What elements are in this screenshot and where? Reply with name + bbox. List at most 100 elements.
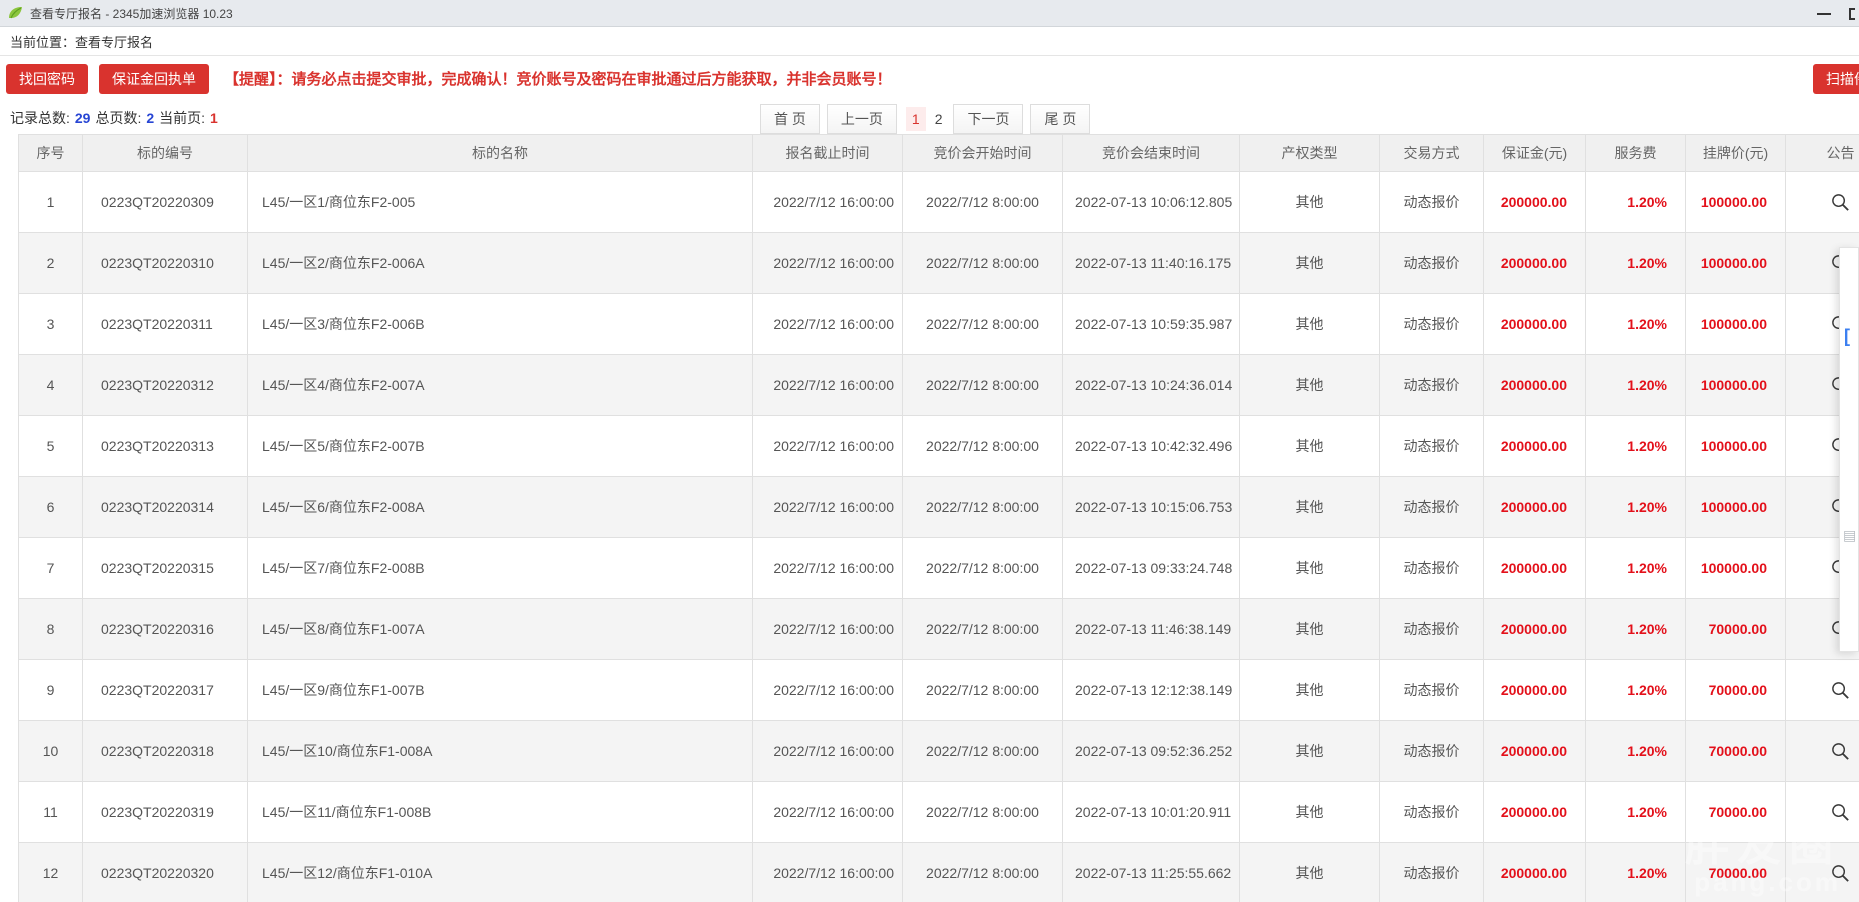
cell-lot-name: L45/一区5/商位东F2-007B <box>248 416 753 477</box>
cell-trade-mode: 动态报价 <box>1380 416 1484 477</box>
cell-listing-price: 100000.00 <box>1686 477 1786 538</box>
cell-auction-start: 2022/7/12 8:00:00 <box>903 660 1063 721</box>
cell-auction-end: 2022-07-13 10:42:32.496 <box>1063 416 1240 477</box>
cell-signup-deadline: 2022/7/12 16:00:00 <box>753 843 903 902</box>
cell-lot-name: L45/一区10/商位东F1-008A <box>248 721 753 782</box>
cell-auction-start: 2022/7/12 8:00:00 <box>903 538 1063 599</box>
cell-seq: 1 <box>19 172 83 233</box>
cell-service-fee: 1.20% <box>1586 355 1686 416</box>
cell-listing-price: 70000.00 <box>1686 843 1786 902</box>
cell-seq: 12 <box>19 843 83 902</box>
cell-service-fee: 1.20% <box>1586 538 1686 599</box>
column-header: 保证金(元) <box>1484 135 1586 172</box>
cell-listing-price: 100000.00 <box>1686 416 1786 477</box>
cell-trade-mode: 动态报价 <box>1380 660 1484 721</box>
cell-auction-start: 2022/7/12 8:00:00 <box>903 416 1063 477</box>
table-row: 10 0223QT20220318 L45/一区10/商位东F1-008A 20… <box>19 721 1859 782</box>
magnifier-icon[interactable] <box>1830 741 1851 762</box>
current-page-value: 1 <box>210 110 218 126</box>
magnifier-icon[interactable] <box>1830 802 1851 823</box>
page-number-current: 1 <box>906 107 926 131</box>
table-row: 1 0223QT20220309 L45/一区1/商位东F2-005 2022/… <box>19 172 1859 233</box>
cell-service-fee: 1.20% <box>1586 172 1686 233</box>
current-page-label: 当前页: <box>159 108 205 128</box>
cell-trade-mode: 动态报价 <box>1380 538 1484 599</box>
magnifier-icon[interactable] <box>1830 192 1851 213</box>
cell-seq: 5 <box>19 416 83 477</box>
cell-signup-deadline: 2022/7/12 16:00:00 <box>753 477 903 538</box>
table-row: 6 0223QT20220314 L45/一区6/商位东F2-008A 2022… <box>19 477 1859 538</box>
floating-side-panel[interactable]: [ ▤ <box>1839 247 1859 652</box>
deposit-receipt-button[interactable]: 保证金回执单 <box>99 64 209 94</box>
registration-table: 序号标的编号标的名称报名截止时间竞价会开始时间竞价会结束时间产权类型交易方式保证… <box>18 134 1859 902</box>
cell-auction-end: 2022-07-13 10:01:20.911 <box>1063 782 1240 843</box>
find-password-button[interactable]: 找回密码 <box>6 64 88 94</box>
cell-signup-deadline: 2022/7/12 16:00:00 <box>753 538 903 599</box>
cell-auction-end: 2022-07-13 11:46:38.149 <box>1063 599 1240 660</box>
pagination-bar: 记录总数: 29 总页数: 2 当前页: 1 首 页 上一页 1 2 下一页 尾… <box>0 101 1859 134</box>
magnifier-icon[interactable] <box>1830 863 1851 884</box>
column-header: 标的编号 <box>83 135 248 172</box>
cell-auction-end: 2022-07-13 12:12:38.149 <box>1063 660 1240 721</box>
next-page-button[interactable]: 下一页 <box>953 104 1023 134</box>
cell-seq: 9 <box>19 660 83 721</box>
cell-listing-price: 100000.00 <box>1686 172 1786 233</box>
cell-seq: 10 <box>19 721 83 782</box>
column-header: 序号 <box>19 135 83 172</box>
cell-auction-end: 2022-07-13 09:52:36.252 <box>1063 721 1240 782</box>
cell-auction-start: 2022/7/12 8:00:00 <box>903 172 1063 233</box>
cell-service-fee: 1.20% <box>1586 782 1686 843</box>
cell-notice <box>1786 172 1859 233</box>
cell-property-type: 其他 <box>1240 721 1380 782</box>
cell-seq: 2 <box>19 233 83 294</box>
side-panel-gray-icon[interactable]: ▤ <box>1843 527 1856 544</box>
cell-service-fee: 1.20% <box>1586 843 1686 902</box>
cell-auction-start: 2022/7/12 8:00:00 <box>903 599 1063 660</box>
cell-lot-code: 0223QT20220320 <box>83 843 248 902</box>
cell-lot-code: 0223QT20220317 <box>83 660 248 721</box>
cell-property-type: 其他 <box>1240 172 1380 233</box>
cell-trade-mode: 动态报价 <box>1380 782 1484 843</box>
browser-leaf-icon <box>8 5 24 21</box>
cell-deposit: 200000.00 <box>1484 233 1586 294</box>
last-page-button[interactable]: 尾 页 <box>1030 104 1090 134</box>
cell-listing-price: 100000.00 <box>1686 294 1786 355</box>
cell-seq: 3 <box>19 294 83 355</box>
cell-property-type: 其他 <box>1240 538 1380 599</box>
cell-notice <box>1786 660 1859 721</box>
cell-property-type: 其他 <box>1240 843 1380 902</box>
column-header: 竞价会结束时间 <box>1063 135 1240 172</box>
cell-listing-price: 70000.00 <box>1686 599 1786 660</box>
maximize-icon-partial[interactable] <box>1849 8 1855 20</box>
cell-lot-name: L45/一区12/商位东F1-010A <box>248 843 753 902</box>
breadcrumb: 当前位置：查看专厅报名 <box>0 27 1859 56</box>
prev-page-button[interactable]: 上一页 <box>827 104 897 134</box>
total-pages-value: 2 <box>146 110 154 126</box>
cell-lot-code: 0223QT20220313 <box>83 416 248 477</box>
first-page-button[interactable]: 首 页 <box>760 104 820 134</box>
cell-service-fee: 1.20% <box>1586 599 1686 660</box>
column-header: 报名截止时间 <box>753 135 903 172</box>
cell-deposit: 200000.00 <box>1484 416 1586 477</box>
cell-signup-deadline: 2022/7/12 16:00:00 <box>753 233 903 294</box>
minimize-icon[interactable] <box>1817 13 1831 15</box>
magnifier-icon[interactable] <box>1830 680 1851 701</box>
reminder-text: 【提醒】：请务必点击提交审批，完成确认！竞价账号及密码在审批通过后方能获取，并非… <box>224 68 892 89</box>
scan-file-button[interactable]: 扫描件 <box>1813 64 1859 94</box>
cell-trade-mode: 动态报价 <box>1380 477 1484 538</box>
side-panel-blue-icon[interactable]: [ <box>1844 326 1850 347</box>
total-records-label: 记录总数: <box>10 108 70 128</box>
cell-signup-deadline: 2022/7/12 16:00:00 <box>753 355 903 416</box>
cell-listing-price: 100000.00 <box>1686 538 1786 599</box>
cell-trade-mode: 动态报价 <box>1380 721 1484 782</box>
cell-listing-price: 100000.00 <box>1686 355 1786 416</box>
cell-property-type: 其他 <box>1240 660 1380 721</box>
cell-service-fee: 1.20% <box>1586 416 1686 477</box>
pager: 首 页 上一页 1 2 下一页 尾 页 <box>760 104 1097 134</box>
cell-listing-price: 70000.00 <box>1686 782 1786 843</box>
cell-deposit: 200000.00 <box>1484 294 1586 355</box>
page-number-2[interactable]: 2 <box>930 107 948 131</box>
cell-deposit: 200000.00 <box>1484 355 1586 416</box>
cell-signup-deadline: 2022/7/12 16:00:00 <box>753 660 903 721</box>
cell-lot-name: L45/一区2/商位东F2-006A <box>248 233 753 294</box>
